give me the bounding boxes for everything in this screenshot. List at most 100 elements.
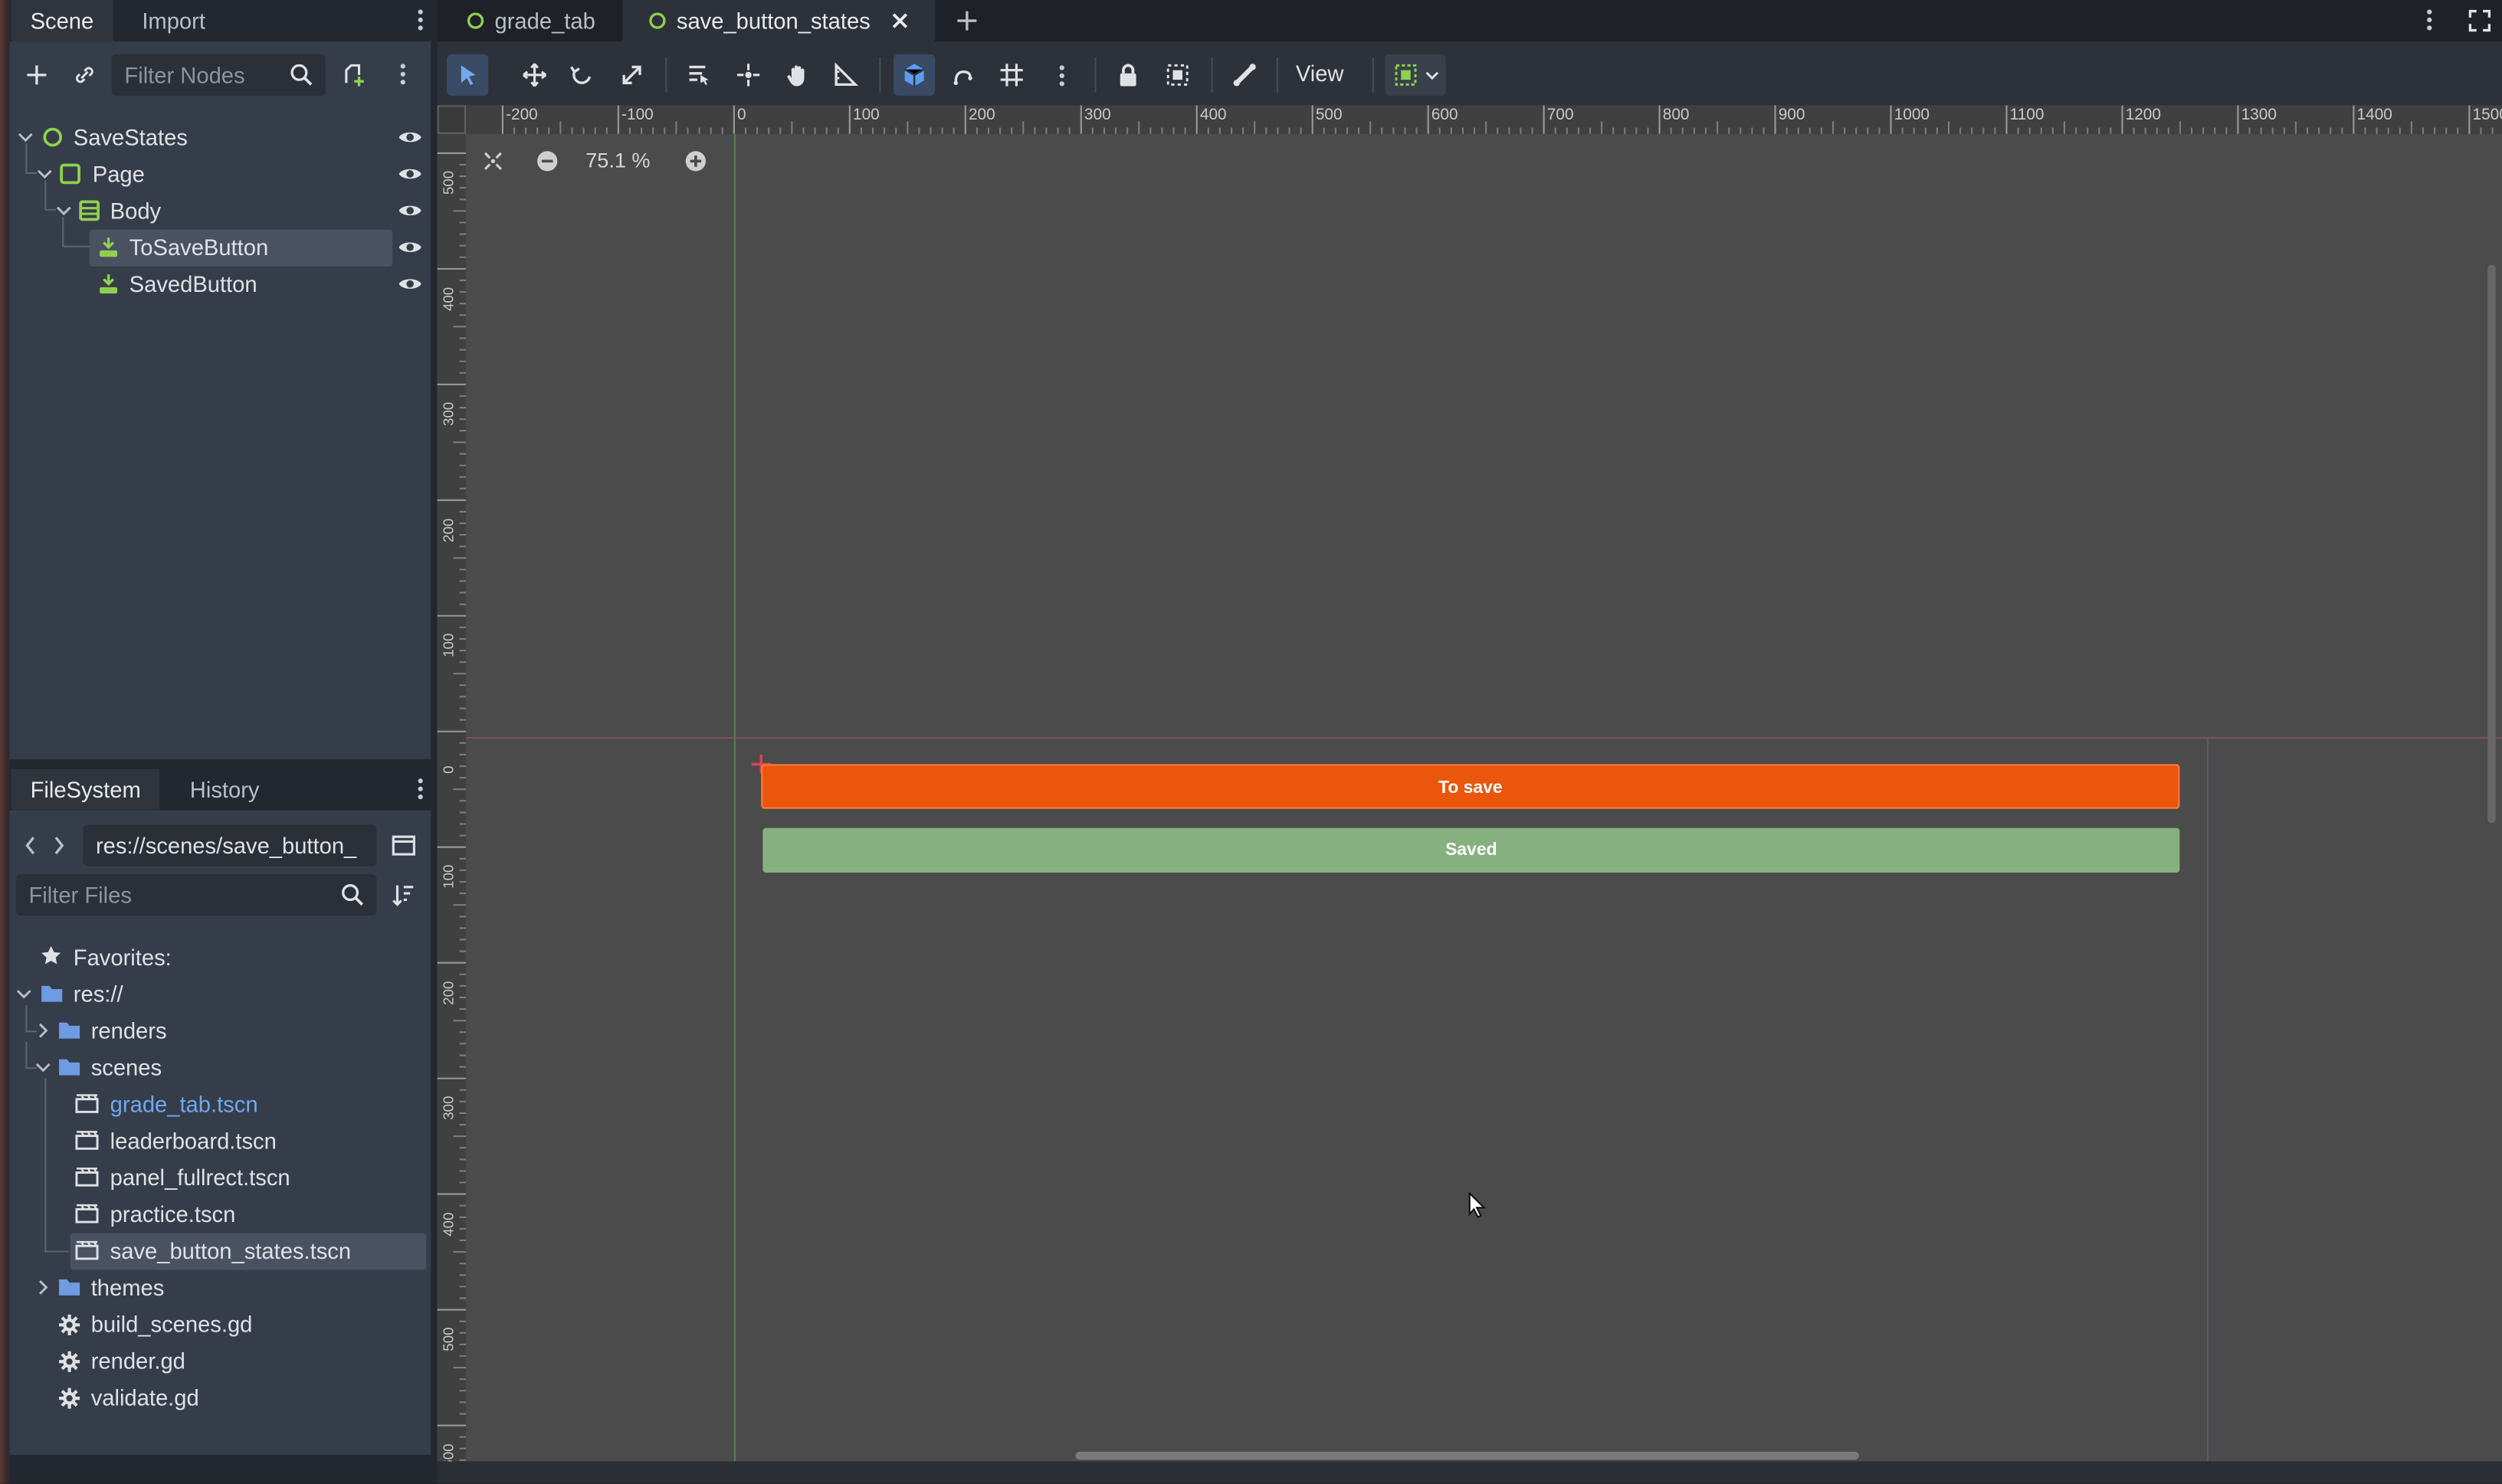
snap-options-menu-icon[interactable] [1059, 65, 1066, 89]
scene-dock-menu-icon[interactable] [418, 9, 425, 33]
tab-save-button-states[interactable]: save_button_states [622, 0, 936, 42]
snap-grid-icon [1395, 64, 1417, 86]
favorites-label[interactable]: Favorites: [74, 939, 172, 975]
bone-icon [1233, 64, 1256, 87]
attach-script-icon[interactable] [342, 62, 367, 87]
split-view-icon[interactable] [391, 833, 416, 858]
list-select-button[interactable] [678, 54, 720, 96]
gear-icon [59, 1351, 80, 1372]
filter-files-placeholder: Filter Files [28, 882, 132, 908]
ruler-corner [437, 105, 467, 134]
visibility-eye-icon[interactable] [397, 164, 422, 183]
ruler-h-label: 600 [1431, 106, 1458, 125]
folder-themes[interactable]: themes [91, 1270, 165, 1305]
search-icon[interactable] [289, 62, 314, 87]
search-icon[interactable] [340, 883, 366, 908]
sort-icon[interactable] [391, 883, 416, 908]
filesystem-dock-menu-icon[interactable] [418, 778, 425, 802]
file-validate[interactable]: validate.gd [91, 1380, 199, 1415]
tab-scene[interactable]: Scene [11, 0, 113, 42]
vertical-ruler[interactable]: 500 400 300 200 100 0 100 200 300 400 500 600 [437, 133, 467, 1484]
node-label: Body [110, 198, 162, 224]
gear-icon [59, 1314, 80, 1335]
visibility-eye-icon[interactable] [397, 128, 422, 147]
file-save-button-states[interactable]: save_button_states.tscn [110, 1233, 351, 1269]
filter-files-input[interactable]: Filter Files [15, 874, 377, 916]
move-mode-button[interactable] [514, 54, 556, 96]
file-practice[interactable]: practice.tscn [110, 1197, 236, 1232]
group-button[interactable] [1157, 54, 1199, 96]
smart-snap-button[interactable] [894, 54, 936, 96]
tab-import[interactable]: Import [123, 0, 225, 41]
visibility-eye-icon[interactable] [397, 238, 422, 257]
vertical-scrollbar[interactable] [2487, 264, 2496, 824]
rotate-icon [570, 66, 592, 84]
gear-icon [59, 1387, 80, 1409]
tree-row-tosavebutton[interactable]: ToSaveButton [9, 217, 424, 267]
tab-filesystem[interactable]: FileSystem [11, 768, 160, 811]
visibility-eye-icon[interactable] [397, 274, 422, 293]
instance-scene-link-icon[interactable] [72, 62, 97, 87]
group-icon [1166, 64, 1189, 86]
node-circle-icon [43, 127, 63, 147]
button-node-icon [100, 238, 118, 257]
grid-snap-toggle-button[interactable] [943, 54, 985, 96]
visibility-eye-icon[interactable] [397, 201, 422, 220]
overlay-snap-dropdown[interactable] [1385, 54, 1446, 96]
scene-tree-menu-icon[interactable] [400, 64, 407, 87]
close-icon[interactable] [890, 11, 910, 31]
forward-arrow-icon[interactable] [51, 834, 67, 857]
add-node-icon[interactable] [24, 62, 49, 87]
tree-row-savedbutton[interactable]: SavedButton [9, 267, 424, 302]
ruler-h-label: 800 [1662, 106, 1690, 125]
path-value: res://scenes/save_button_ [95, 832, 357, 859]
tab-history[interactable]: History [171, 769, 279, 811]
pivot-icon [737, 64, 760, 87]
tree-row-savestates[interactable]: SaveStates [9, 120, 424, 155]
add-tab-icon[interactable] [954, 8, 979, 33]
path-input[interactable]: res://scenes/save_button_ [83, 824, 377, 866]
scale-mode-button[interactable] [612, 54, 653, 96]
zoom-in-icon[interactable] [684, 150, 707, 172]
file-leaderboard[interactable]: leaderboard.tscn [110, 1123, 277, 1158]
pan-mode-button[interactable] [777, 54, 818, 96]
list-select-icon [689, 65, 709, 85]
saved-button[interactable]: Saved [762, 827, 2180, 873]
pivot-mode-button[interactable] [728, 54, 769, 96]
zoom-out-icon[interactable] [536, 150, 559, 172]
folder-scenes[interactable]: scenes [91, 1050, 162, 1085]
tree-row-page[interactable]: Page [9, 143, 424, 192]
horizontal-scrollbar[interactable] [1075, 1451, 1859, 1460]
back-arrow-icon[interactable] [22, 834, 38, 857]
viewport-bound-line [2206, 737, 2209, 1484]
tabs-menu-icon[interactable] [2427, 9, 2433, 33]
distraction-free-icon[interactable] [2467, 8, 2492, 33]
tab-grade-tab[interactable]: grade_tab [450, 0, 622, 41]
hand-icon [787, 65, 805, 87]
ruler-mode-button[interactable] [825, 54, 867, 96]
use-grid-snap-button[interactable] [991, 54, 1032, 96]
folder-res[interactable]: res:// [74, 976, 123, 1011]
scene-file-icon [75, 1168, 99, 1187]
filter-nodes-placeholder: Filter Nodes [124, 62, 245, 88]
zoom-level[interactable]: 75.1 % [585, 149, 650, 172]
center-view-icon[interactable] [482, 150, 504, 172]
folder-renders[interactable]: renders [91, 1013, 167, 1048]
to-save-button[interactable]: To save [761, 764, 2180, 809]
skeleton-button[interactable] [1224, 54, 1265, 96]
view-menu-button[interactable]: View [1296, 61, 1344, 86]
file-build-scenes[interactable]: build_scenes.gd [91, 1306, 253, 1341]
ruler-v-label: 400 [440, 1211, 457, 1236]
move-icon [523, 63, 547, 87]
node-label: Page [92, 161, 145, 187]
file-render[interactable]: render.gd [91, 1343, 185, 1378]
ruler-h-label: 200 [968, 106, 995, 125]
lock-button[interactable] [1107, 54, 1149, 96]
canvas-viewport[interactable]: -200 -100 0 100 200 300 400 500 600 700 800 900 1000… [437, 105, 2502, 1484]
file-grade-tab[interactable]: grade_tab.tscn [110, 1086, 258, 1122]
star-icon [41, 945, 61, 965]
rotate-mode-button[interactable] [562, 54, 603, 96]
select-mode-button[interactable] [447, 54, 489, 96]
file-panel-fullrect[interactable]: panel_fullrect.tscn [110, 1160, 290, 1195]
horizontal-ruler[interactable]: -200 -100 0 100 200 300 400 500 600 700 800 900 1000… [437, 105, 2502, 134]
